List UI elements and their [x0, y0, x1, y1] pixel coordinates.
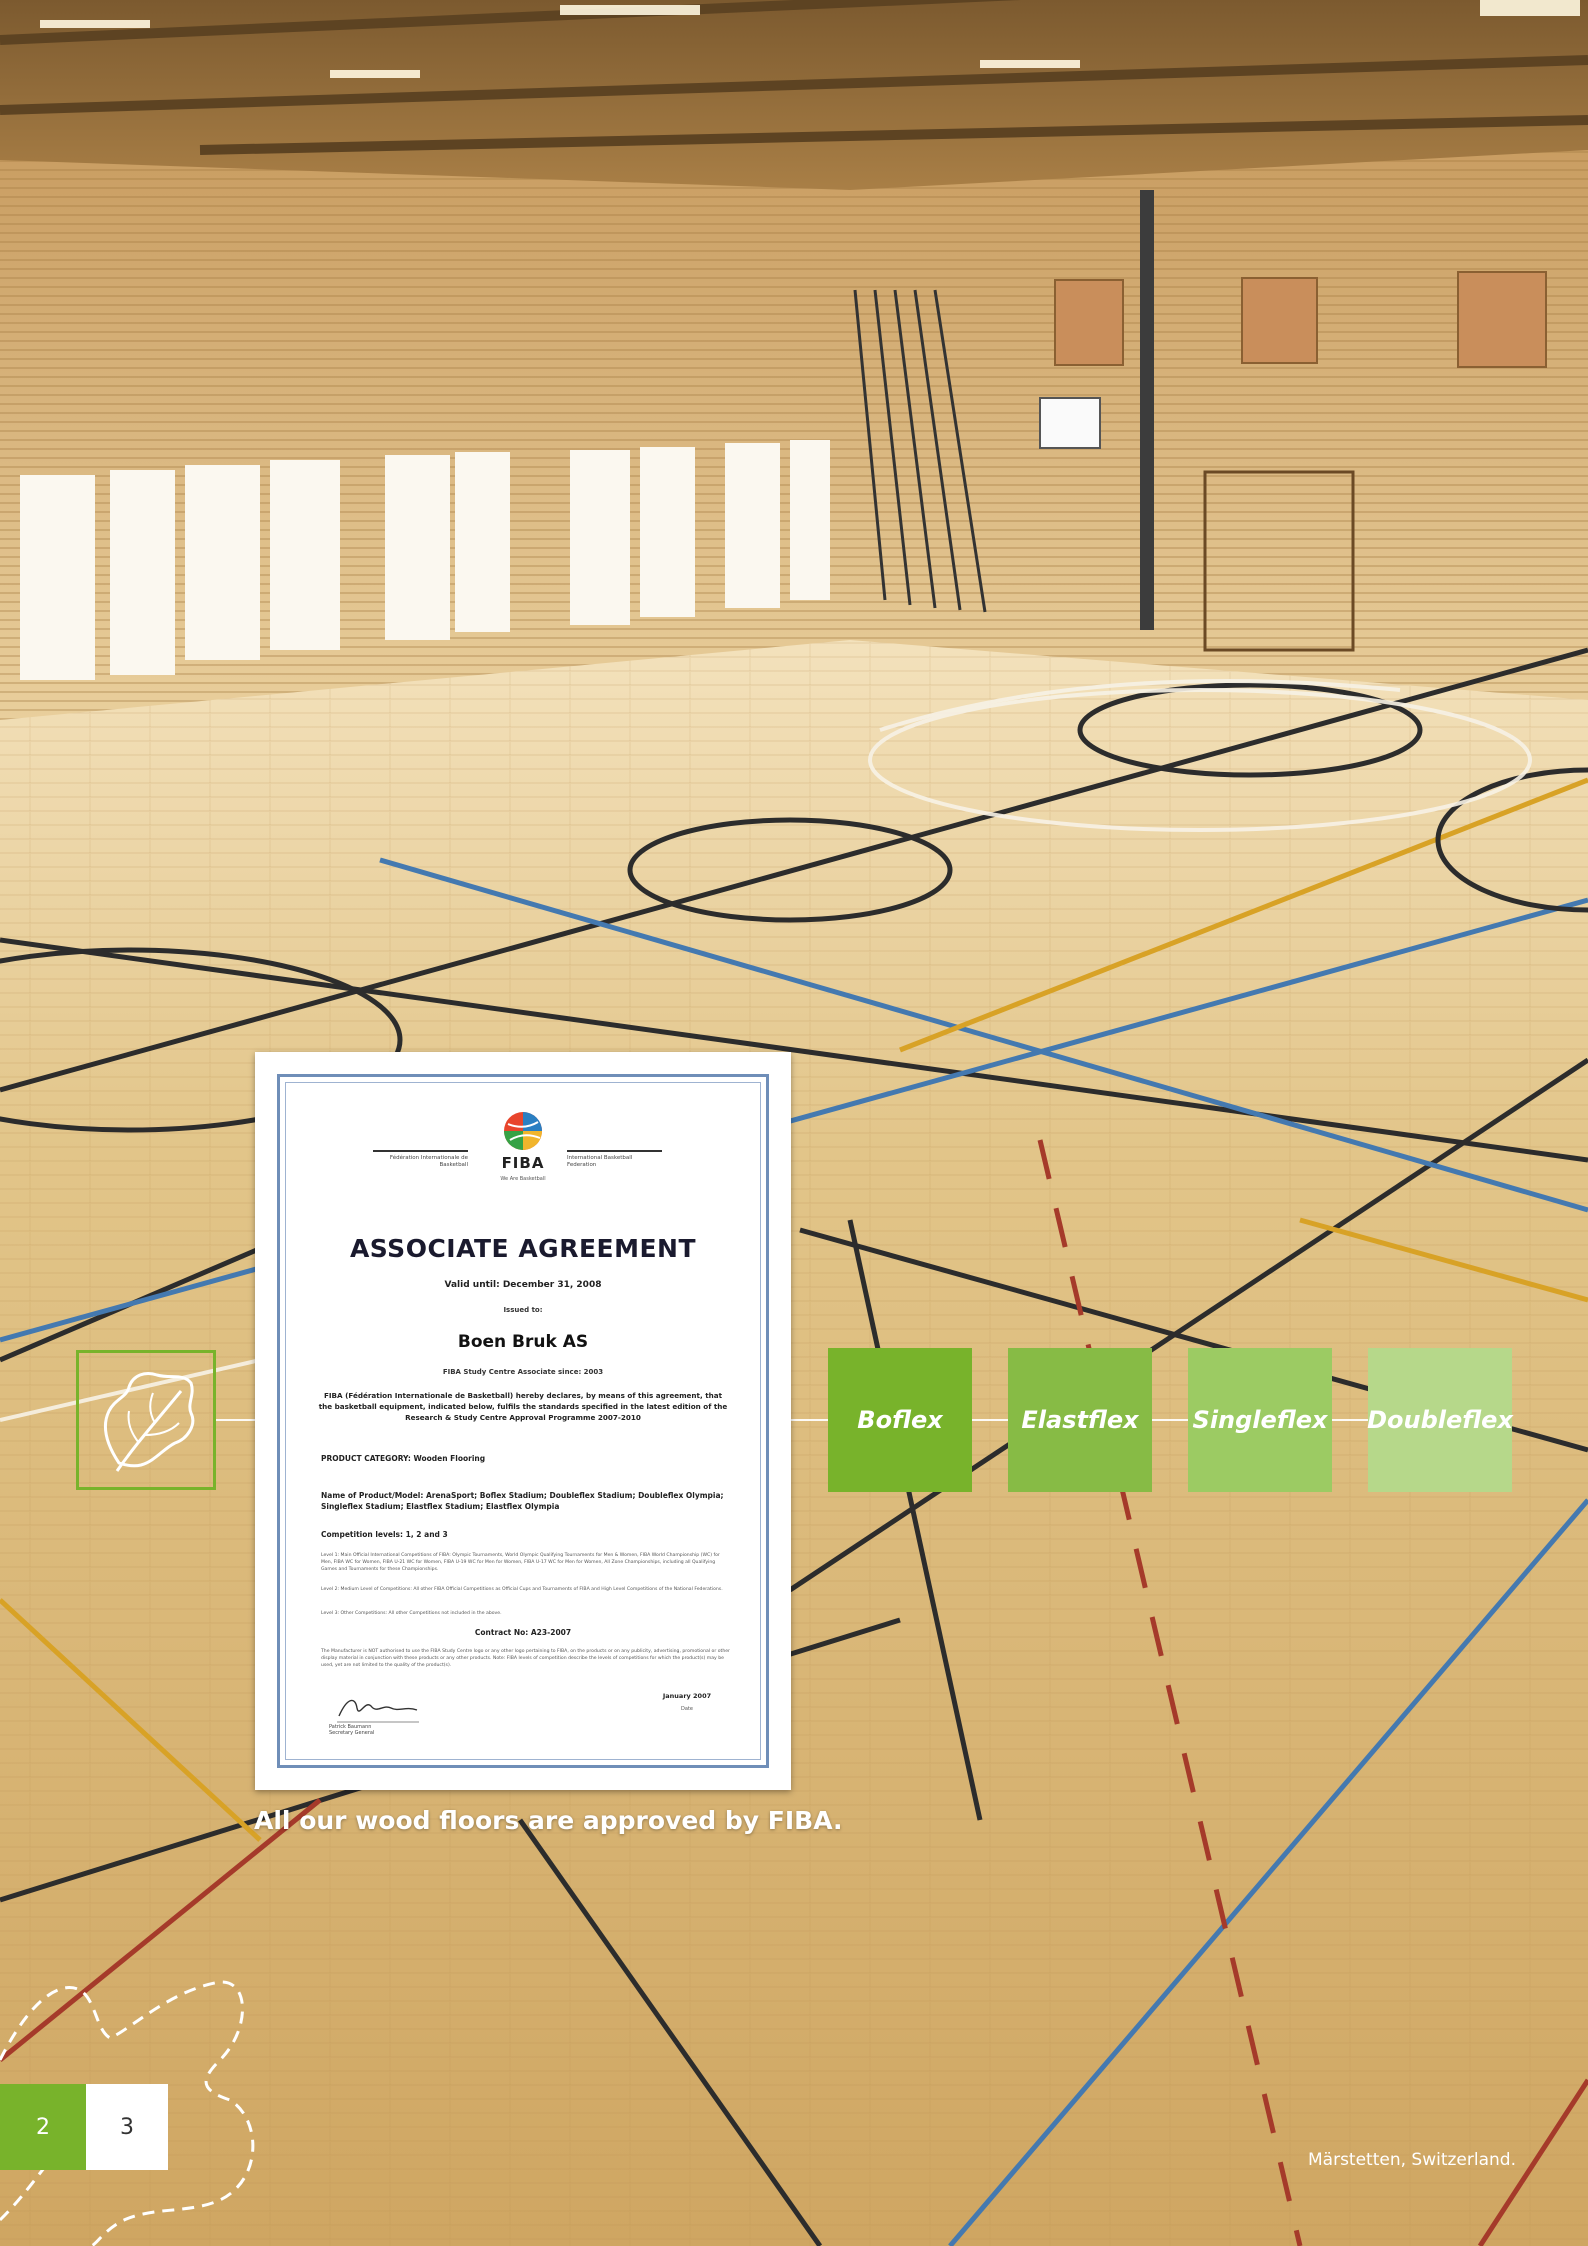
product-label: Doubleflex	[1367, 1406, 1513, 1434]
product-chip-singleflex: Singleflex	[1188, 1348, 1332, 1492]
leaf-icon-box	[76, 1350, 216, 1490]
oak-leaf-icon	[103, 1372, 195, 1472]
declaration-text: FIBA (Fédération Internationale de Baske…	[318, 1391, 728, 1422]
certificate-title: ASSOCIATE AGREEMENT	[349, 1234, 697, 1263]
product-category: PRODUCT CATEGORY: Wooden Flooring	[321, 1454, 486, 1463]
org-name-left: Fédération Internationale de Basketball	[373, 1150, 468, 1169]
valid-until: Valid until: December 31, 2008	[444, 1280, 602, 1290]
product-chip-boflex: Boflex	[828, 1348, 972, 1492]
product-chip-doubleflex: Doubleflex	[1367, 1348, 1513, 1492]
fiba-certificate: Fédération Internationale de Basketball …	[255, 1052, 791, 1790]
issued-to-label: Issued to:	[503, 1306, 543, 1314]
product-label: Elastflex	[1021, 1406, 1139, 1434]
page-number-right: 3	[86, 2084, 168, 2170]
product-label: Boflex	[857, 1406, 943, 1434]
signature	[337, 1699, 419, 1723]
fiba-ball-logo	[504, 1112, 542, 1150]
connector-line	[791, 1419, 828, 1421]
signer-title: Secretary General	[329, 1730, 375, 1736]
terms-text: The Manufacturer is NOT authorised to us…	[321, 1649, 730, 1668]
date-label: Date	[681, 1706, 693, 1712]
contract-number: Contract No: A23-2007	[474, 1628, 572, 1637]
level-1-text: Level 1: Main Official International Com…	[321, 1553, 720, 1572]
org-name-right: International Basketball Federation	[567, 1150, 662, 1169]
certificate-date: January 2007	[662, 1692, 712, 1700]
associate-since: FIBA Study Centre Associate since: 2003	[442, 1368, 604, 1376]
connector-line	[972, 1419, 1008, 1421]
page-number-left: 2	[0, 2084, 86, 2170]
connector-line	[216, 1419, 255, 1421]
photo-location: Märstetten, Switzerland.	[1308, 2150, 1516, 2170]
product-models: Name of Product/Model: ArenaSport; Bofle…	[321, 1491, 724, 1511]
level-3-text: Level 3: Other Competitions: All other C…	[321, 1611, 502, 1616]
connector-line	[1152, 1419, 1188, 1421]
fiba-wordmark: FIBA	[501, 1154, 545, 1172]
fiba-tagline: We Are Basketball	[500, 1176, 546, 1182]
company-name: Boen Bruk AS	[457, 1332, 589, 1352]
connector-line	[1332, 1419, 1368, 1421]
level-2-text: Level 2: Medium Level of Competitions: A…	[321, 1587, 723, 1592]
signer-block: Patrick Baumann Secretary General	[329, 1724, 429, 1736]
certificate-caption: All our wood floors are approved by FIBA…	[254, 1806, 843, 1835]
competition-levels: Competition levels: 1, 2 and 3	[321, 1530, 448, 1539]
product-chip-elastflex: Elastflex	[1008, 1348, 1152, 1492]
gym-hall-photo	[0, 0, 1588, 2246]
product-label: Singleflex	[1192, 1406, 1328, 1434]
